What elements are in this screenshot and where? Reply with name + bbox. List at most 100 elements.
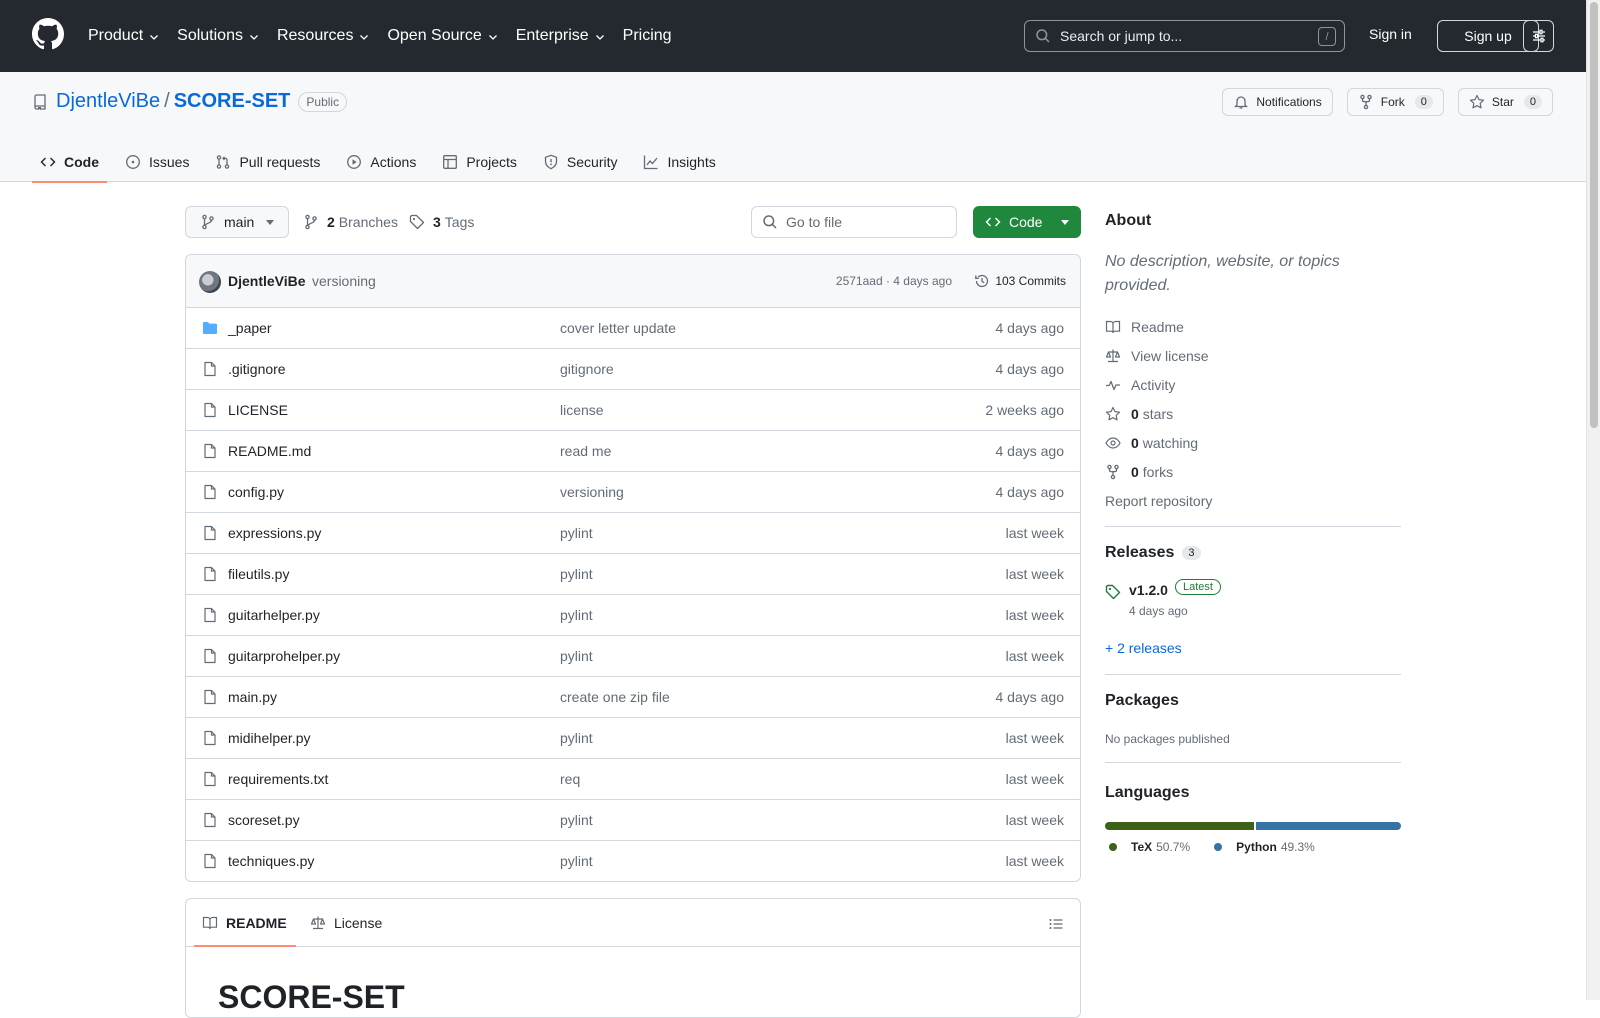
tab-issues[interactable]: Issues: [117, 142, 197, 182]
star-icon: [1105, 406, 1121, 420]
file-name-link[interactable]: guitarprohelper.py: [228, 648, 340, 664]
file-commit-date: last week: [1005, 607, 1064, 623]
license-tab[interactable]: License: [310, 915, 382, 931]
go-to-file-input[interactable]: Go to file: [751, 206, 957, 238]
file-commit-message-link[interactable]: pylint: [560, 812, 593, 828]
file-name-link[interactable]: _paper: [228, 320, 272, 336]
file-name-link[interactable]: scoreset.py: [228, 812, 300, 828]
file-commit-message-link[interactable]: read me: [560, 443, 611, 459]
table-row[interactable]: guitarhelper.py pylint last week: [186, 595, 1080, 636]
file-commit-message-link[interactable]: cover letter update: [560, 320, 676, 336]
file-commit-message-link[interactable]: pylint: [560, 525, 593, 541]
table-row[interactable]: README.md read me 4 days ago: [186, 431, 1080, 472]
table-row[interactable]: expressions.py pylint last week: [186, 513, 1080, 554]
repo-owner-link[interactable]: DjentleViBe: [56, 90, 160, 113]
file-name-link[interactable]: expressions.py: [228, 525, 321, 541]
file-commit-message-link[interactable]: gitignore: [560, 361, 614, 377]
commits-history-link[interactable]: 103 Commits: [974, 273, 1066, 289]
issue-icon: [126, 155, 140, 169]
table-row[interactable]: _paper cover letter update 4 days ago: [186, 308, 1080, 349]
table-row[interactable]: main.py create one zip file 4 days ago: [186, 677, 1080, 718]
nav-solutions[interactable]: Solutions: [177, 27, 260, 45]
table-row[interactable]: midihelper.py pylint last week: [186, 718, 1080, 759]
tab-projects[interactable]: Projects: [434, 142, 525, 182]
language-dot: [1109, 843, 1117, 851]
tab-code[interactable]: Code: [32, 142, 107, 183]
file-name-link[interactable]: requirements.txt: [228, 771, 328, 787]
table-row[interactable]: techniques.py pylint last week: [186, 841, 1080, 881]
file-commit-date: 4 days ago: [995, 484, 1065, 500]
tab-security[interactable]: Security: [535, 142, 626, 182]
tags-link[interactable]: 3 Tags: [409, 214, 474, 230]
file-name-link[interactable]: midihelper.py: [228, 730, 311, 746]
nav-open-source[interactable]: Open Source: [387, 27, 498, 45]
appearance-settings-button[interactable]: [1523, 20, 1554, 52]
nav-enterprise[interactable]: Enterprise: [516, 27, 606, 45]
github-logo-icon[interactable]: [32, 18, 64, 50]
global-search-input[interactable]: Search or jump to... /: [1024, 20, 1345, 52]
tab-insights[interactable]: Insights: [635, 142, 723, 182]
file-name-link[interactable]: guitarhelper.py: [228, 607, 320, 623]
divider: [1105, 526, 1401, 527]
tab-pull-requests[interactable]: Pull requests: [207, 142, 328, 182]
page-scrollbar[interactable]: [1586, 0, 1600, 1000]
avatar[interactable]: [199, 271, 221, 293]
table-row[interactable]: scoreset.py pylint last week: [186, 800, 1080, 841]
file-commit-message-link[interactable]: license: [560, 402, 604, 418]
file-commit-message-link[interactable]: pylint: [560, 853, 593, 869]
file-commit-message-link[interactable]: pylint: [560, 566, 593, 582]
language-item-tex[interactable]: TeX 50.7%: [1109, 840, 1190, 854]
commit-hash-date[interactable]: 2571aad · 4 days ago: [836, 274, 952, 288]
report-repository-link[interactable]: Report repository: [1105, 486, 1212, 515]
code-dropdown-button[interactable]: Code: [973, 206, 1081, 238]
table-row[interactable]: LICENSE license 2 weeks ago: [186, 390, 1080, 431]
file-name-link[interactable]: config.py: [228, 484, 284, 500]
table-row[interactable]: .gitignore gitignore 4 days ago: [186, 349, 1080, 390]
file-name-link[interactable]: techniques.py: [228, 853, 314, 869]
table-row[interactable]: config.py versioning 4 days ago: [186, 472, 1080, 513]
commit-message-link[interactable]: versioning: [312, 273, 376, 289]
branch-selector-button[interactable]: main: [185, 206, 289, 238]
scrollbar-thumb[interactable]: [1590, 2, 1598, 428]
notifications-button[interactable]: Notifications: [1222, 88, 1333, 116]
sign-in-link[interactable]: Sign in: [1369, 26, 1412, 42]
file-commit-message-link[interactable]: pylint: [560, 730, 593, 746]
star-button[interactable]: Star 0: [1457, 88, 1553, 116]
file-commit-message-link[interactable]: pylint: [560, 607, 593, 623]
packages-heading[interactable]: Packages: [1105, 692, 1179, 710]
file-name-link[interactable]: README.md: [228, 443, 311, 459]
file-commit-message-link[interactable]: versioning: [560, 484, 624, 500]
file-name-link[interactable]: main.py: [228, 689, 277, 705]
table-row[interactable]: guitarprohelper.py pylint last week: [186, 636, 1080, 677]
more-releases-link[interactable]: + 2 releases: [1105, 640, 1182, 656]
fork-button[interactable]: Fork 0: [1346, 88, 1444, 116]
watching-link[interactable]: 0 watching: [1105, 428, 1212, 457]
repo-name-link[interactable]: SCORE-SET: [174, 90, 291, 113]
repo-title: DjentleViBe / SCORE-SET Public: [32, 90, 348, 113]
stars-link[interactable]: 0 stars: [1105, 399, 1212, 428]
language-item-python[interactable]: Python 49.3%: [1214, 840, 1315, 854]
releases-heading[interactable]: Releases 3: [1105, 544, 1201, 562]
file-name-link[interactable]: .gitignore: [228, 361, 286, 377]
list-unordered-icon[interactable]: [1048, 916, 1064, 932]
nav-pricing[interactable]: Pricing: [623, 27, 672, 45]
file-commit-message-link[interactable]: create one zip file: [560, 689, 670, 705]
nav-resources[interactable]: Resources: [277, 27, 370, 45]
tab-actions[interactable]: Actions: [338, 142, 424, 182]
table-row[interactable]: fileutils.py pylint last week: [186, 554, 1080, 595]
activity-link[interactable]: Activity: [1105, 370, 1212, 399]
file-name-link[interactable]: LICENSE: [228, 402, 288, 418]
commit-author-link[interactable]: DjentleViBe: [228, 273, 306, 289]
search-placeholder: Search or jump to...: [1060, 28, 1183, 44]
view-license-link[interactable]: View license: [1105, 341, 1212, 370]
code-icon: [985, 217, 1001, 227]
table-row[interactable]: requirements.txt req last week: [186, 759, 1080, 800]
readme-link[interactable]: Readme: [1105, 312, 1212, 341]
forks-link[interactable]: 0 forks: [1105, 457, 1212, 486]
file-name-link[interactable]: fileutils.py: [228, 566, 289, 582]
nav-product[interactable]: Product: [88, 27, 160, 45]
readme-tab[interactable]: README: [202, 915, 287, 931]
branches-link[interactable]: 2 Branches: [303, 214, 398, 230]
file-commit-message-link[interactable]: req: [560, 771, 580, 787]
file-commit-message-link[interactable]: pylint: [560, 648, 593, 664]
